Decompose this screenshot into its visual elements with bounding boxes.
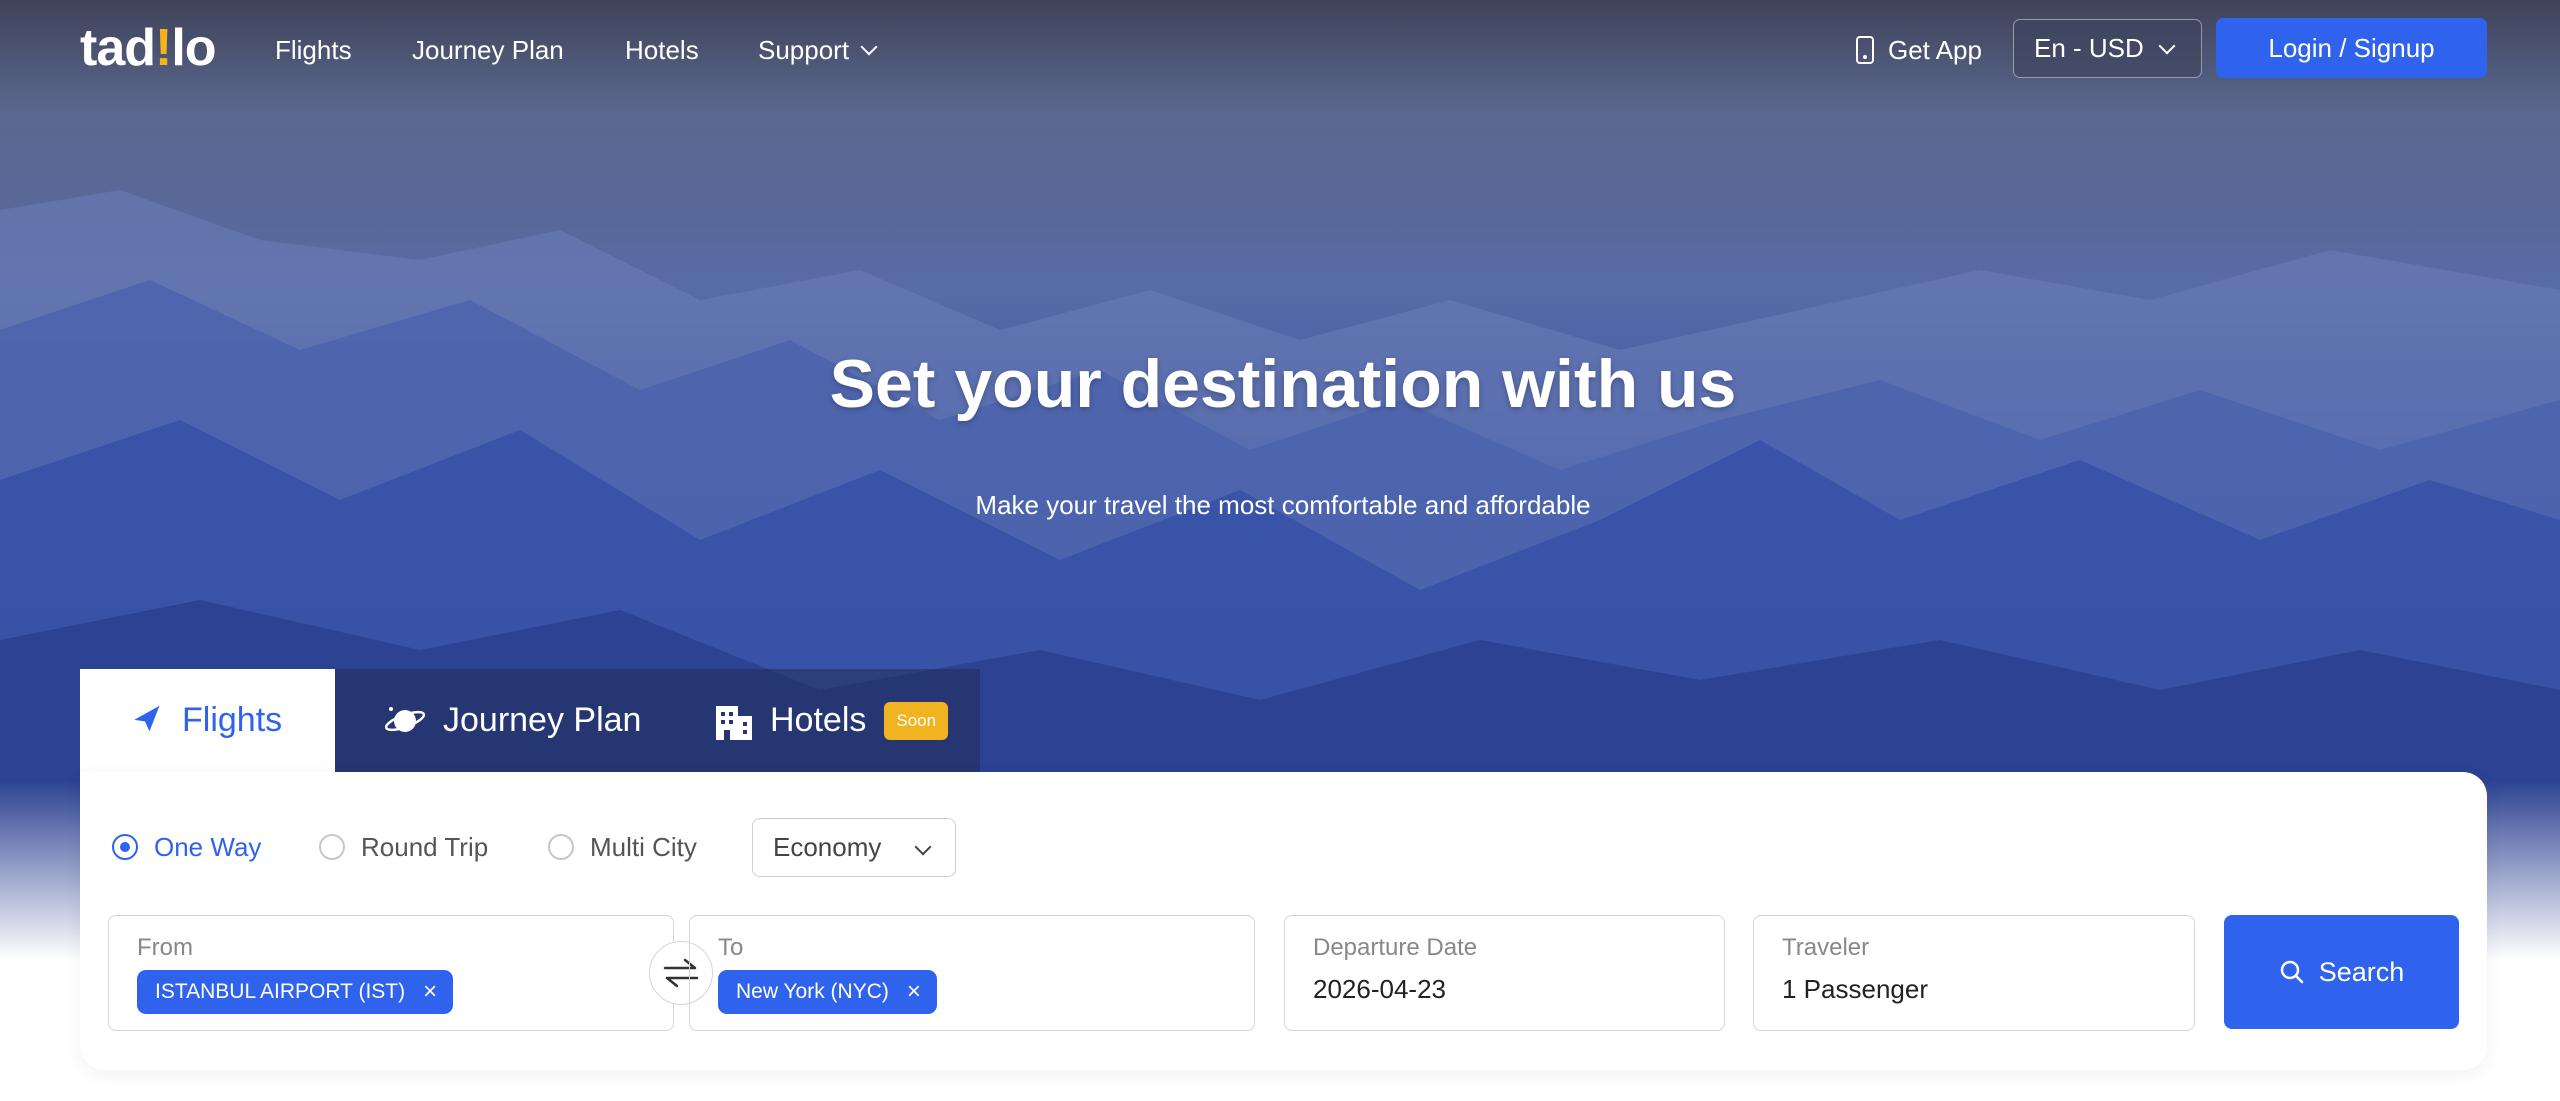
traveler-field[interactable]: Traveler 1 Passenger xyxy=(1753,915,2195,1031)
tab-hotels[interactable]: Hotels Soon xyxy=(680,669,980,772)
tadilo-logo[interactable]: tad! lo xyxy=(80,19,217,77)
login-signup-button[interactable]: Login / Signup xyxy=(2216,18,2487,78)
soon-badge: Soon xyxy=(884,701,949,740)
phone-icon xyxy=(1856,36,1874,64)
hero-subtitle: Make your travel the most comfortable an… xyxy=(975,490,1591,520)
tab-journey-plan[interactable]: Journey Plan xyxy=(335,669,680,772)
traveler-value: 1 Passenger xyxy=(1782,974,1928,1004)
plane-icon xyxy=(134,705,160,731)
traveler-label: Traveler xyxy=(1782,934,1870,961)
hero-title: Set your destination with us xyxy=(829,346,1737,422)
nav-hotels[interactable]: Hotels xyxy=(625,30,699,70)
remove-icon[interactable]: × xyxy=(907,978,921,1006)
chevron-down-icon xyxy=(914,838,932,856)
nav-flights[interactable]: Flights xyxy=(275,30,352,70)
search-icon xyxy=(2280,960,2303,984)
nav-support[interactable]: Support xyxy=(758,30,878,70)
departure-date-value: 2026-04-23 xyxy=(1313,974,1446,1004)
to-label: To xyxy=(718,934,744,961)
radio-selected-icon xyxy=(112,834,138,860)
search-button[interactable]: Search xyxy=(2224,915,2459,1029)
departure-date-field[interactable]: Departure Date 2026-04-23 xyxy=(1284,915,1725,1031)
departure-date-label: Departure Date xyxy=(1313,934,1478,961)
trip-type-round-trip[interactable]: Round Trip xyxy=(319,831,488,863)
logo-accent: ! xyxy=(155,19,172,77)
chevron-down-icon xyxy=(860,38,878,56)
tab-flights[interactable]: Flights xyxy=(80,669,335,772)
from-chip: ISTANBUL AIRPORT (IST) × xyxy=(137,970,454,1014)
planet-icon xyxy=(384,706,426,732)
nav-journey-plan[interactable]: Journey Plan xyxy=(412,30,564,70)
from-field[interactable]: From ISTANBUL AIRPORT (IST) × xyxy=(108,915,674,1031)
search-tabs: Flights Journey Plan Hotels Soon xyxy=(80,669,980,772)
remove-icon[interactable]: × xyxy=(423,978,437,1006)
radio-icon xyxy=(319,834,345,860)
to-field[interactable]: To New York (NYC) × xyxy=(689,915,1255,1031)
radio-icon xyxy=(548,834,574,860)
get-app-link[interactable]: Get App xyxy=(1856,30,1982,70)
to-chip: New York (NYC) × xyxy=(718,970,937,1014)
chevron-down-icon xyxy=(2158,37,2176,55)
cabin-class-select[interactable]: Economy xyxy=(752,818,956,877)
trip-type-multi-city[interactable]: Multi City xyxy=(548,831,697,863)
building-icon xyxy=(716,705,752,740)
from-label: From xyxy=(137,934,193,961)
language-currency-select[interactable]: En - USD xyxy=(2013,19,2202,78)
trip-type-one-way[interactable]: One Way xyxy=(112,831,261,863)
